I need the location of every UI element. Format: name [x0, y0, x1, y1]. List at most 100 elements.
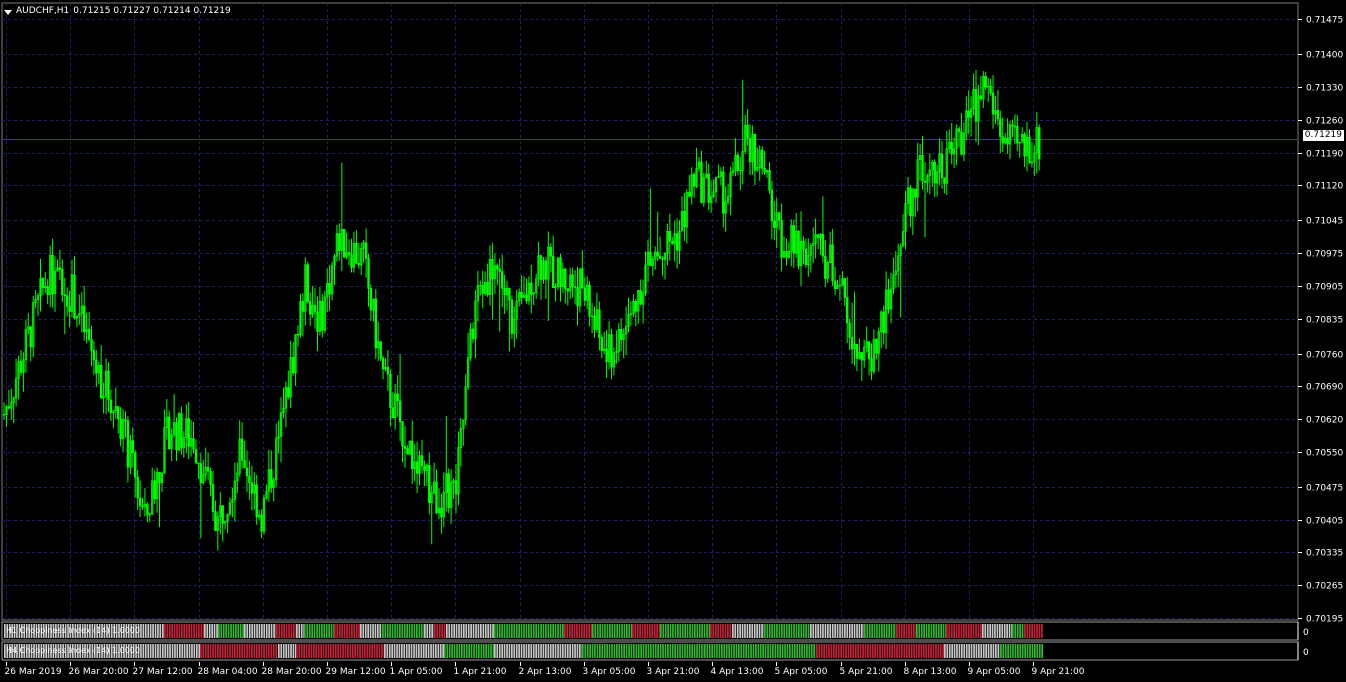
indicator-bar: [930, 624, 933, 638]
chevron-down-icon[interactable]: [4, 9, 12, 15]
indicator-bar: [213, 624, 216, 638]
indicator-bar: [188, 644, 191, 658]
candle-body: [90, 339, 93, 351]
indicator-bar: [408, 644, 410, 658]
indicator-bar: [850, 644, 852, 658]
indicator-bar: [506, 644, 508, 658]
indicator-bar: [485, 644, 487, 658]
indicator-bar: [246, 644, 248, 658]
indicator-bar: [578, 624, 581, 638]
indicator-bar: [1028, 624, 1031, 638]
indicator-bar: [255, 644, 258, 658]
indicator-bar: [394, 624, 396, 638]
indicator-bar: [278, 644, 280, 658]
indicator-bar: [202, 644, 205, 658]
candle-body: [124, 419, 127, 422]
indicator-bar: [193, 644, 196, 658]
indicator-bar: [713, 644, 716, 658]
indicator-bar: [356, 644, 359, 658]
indicator-bar: [679, 644, 681, 658]
indicator-bar: [218, 624, 220, 638]
indicator-bar: [774, 644, 777, 658]
indicator-bar: [515, 624, 518, 638]
candle-body: [141, 505, 144, 508]
candle-body: [63, 294, 67, 297]
candle-body: [211, 484, 215, 512]
indicator-bar: [389, 624, 391, 638]
indicator-bar: [653, 624, 656, 638]
indicator-bar: [724, 624, 727, 638]
indicator-bar: [784, 644, 786, 658]
candle-body: [73, 274, 76, 319]
indicator-bar: [354, 644, 356, 658]
chart-window[interactable]: 0.71475 0.71400 0.71330 0.71260 0.71190 0.711…: [0, 0, 1346, 682]
indicator-bar: [361, 644, 364, 658]
indicator-bar: [571, 624, 573, 638]
indicator-bar: [853, 624, 856, 638]
indicator-bar: [355, 624, 358, 638]
indicator-bar: [676, 644, 679, 658]
indicator-bar: [535, 624, 537, 638]
candle-body: [671, 240, 674, 244]
indicator-bar: [265, 644, 268, 658]
indicator-bar: [1001, 624, 1004, 638]
indicator-bar: [418, 624, 421, 638]
indicator-bar: [470, 624, 472, 638]
indicator-bar: [618, 624, 621, 638]
candle-body: [600, 337, 604, 352]
candle-body: [199, 463, 202, 484]
indicator-bar: [841, 624, 844, 638]
price-tick-label: 0.70620: [1306, 416, 1343, 426]
indicator-bar: [498, 644, 501, 658]
candle-body: [313, 304, 317, 313]
indicator-bar: [722, 624, 724, 638]
indicator-bar: [767, 644, 769, 658]
price-tick-label: 0.71475: [1306, 16, 1343, 26]
indicator-bar: [204, 644, 207, 658]
indicator-bar: [822, 624, 824, 638]
candle-body: [875, 339, 878, 354]
indicator-bar: [243, 644, 246, 658]
candle-body: [379, 341, 382, 359]
indicator-bar: [996, 624, 999, 638]
candle-body: [656, 251, 659, 257]
indicator-bar: [460, 624, 463, 638]
candle-body: [321, 300, 324, 331]
candle-body: [940, 153, 944, 179]
candle-body: [29, 326, 32, 348]
indicator-bar: [820, 644, 823, 658]
indicator-bar: [369, 624, 372, 638]
chart-canvas[interactable]: 0.71475 0.71400 0.71330 0.71260 0.71190 0.711…: [0, 0, 1346, 682]
indicator-bar: [487, 644, 490, 658]
candle-body: [867, 341, 871, 360]
indicator-bar: [428, 624, 431, 638]
indicator-bar: [169, 644, 171, 658]
indicator-bar: [288, 624, 290, 638]
candle-body: [357, 262, 360, 266]
indicator-bar: [564, 644, 567, 658]
indicator-bar: [816, 644, 818, 658]
candle-body: [914, 188, 917, 198]
indicator-bar: [396, 644, 398, 658]
indicator-bar: [616, 644, 618, 658]
indicator-bar: [888, 624, 890, 638]
indicator-bar: [978, 644, 980, 658]
candle-body: [423, 465, 426, 471]
time-tick-label: 3 Apr 05:00: [583, 667, 636, 677]
indicator-bar: [248, 644, 251, 658]
indicator-bar: [873, 624, 876, 638]
indicator-bar: [230, 624, 232, 638]
indicator-bar: [635, 644, 638, 658]
indicator-bar: [263, 644, 265, 658]
time-tick-label: 9 Apr 21:00: [1032, 667, 1085, 677]
indicator-bar: [594, 624, 597, 638]
indicator-bar: [455, 624, 458, 638]
indicator-bar: [871, 624, 873, 638]
indicator-bar: [171, 624, 173, 638]
indicator-bar: [523, 624, 525, 638]
indicator-bar: [360, 624, 362, 638]
candle-body: [593, 315, 596, 330]
indicator-bar: [879, 644, 881, 658]
indicator-bar: [185, 624, 188, 638]
indicator-bar: [364, 644, 366, 658]
